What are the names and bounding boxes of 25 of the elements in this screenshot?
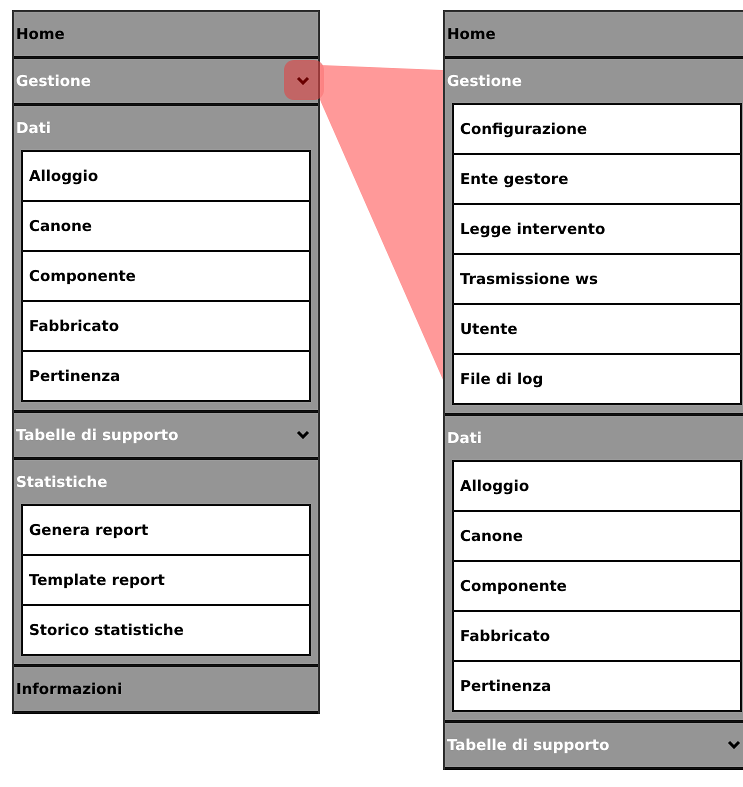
menu-item[interactable]: Alloggio: [452, 460, 742, 512]
menu-item[interactable]: File di log: [452, 353, 742, 405]
menu-item[interactable]: Canone: [452, 510, 742, 562]
menu-link[interactable]: Informazioni: [14, 667, 318, 711]
menu-link[interactable]: Home: [445, 12, 743, 56]
menu-item[interactable]: Template report: [21, 554, 311, 606]
chevron-down-icon[interactable]: [727, 740, 741, 750]
menu-item[interactable]: Utente: [452, 303, 742, 355]
menu-item[interactable]: Fabbricato: [21, 300, 311, 352]
menu-item[interactable]: Canone: [21, 200, 311, 252]
menu-item[interactable]: Ente gestore: [452, 153, 742, 205]
chevron-down-icon[interactable]: [296, 430, 310, 440]
chevron-down-icon[interactable]: [296, 76, 310, 86]
menu-item[interactable]: Pertinenza: [452, 660, 742, 712]
menu-item[interactable]: Legge intervento: [452, 203, 742, 255]
menu-item[interactable]: Fabbricato: [452, 610, 742, 662]
menu-item[interactable]: Pertinenza: [21, 350, 311, 402]
menu-item[interactable]: Alloggio: [21, 150, 311, 202]
menu-item[interactable]: Componente: [452, 560, 742, 612]
menu-item[interactable]: Configurazione: [452, 103, 742, 155]
menu-item[interactable]: Genera report: [21, 504, 311, 556]
menu-item[interactable]: Trasmissione ws: [452, 253, 742, 305]
menu-item[interactable]: Storico statistiche: [21, 604, 311, 656]
menu-item[interactable]: Componente: [21, 250, 311, 302]
menu-link[interactable]: Home: [14, 12, 318, 56]
